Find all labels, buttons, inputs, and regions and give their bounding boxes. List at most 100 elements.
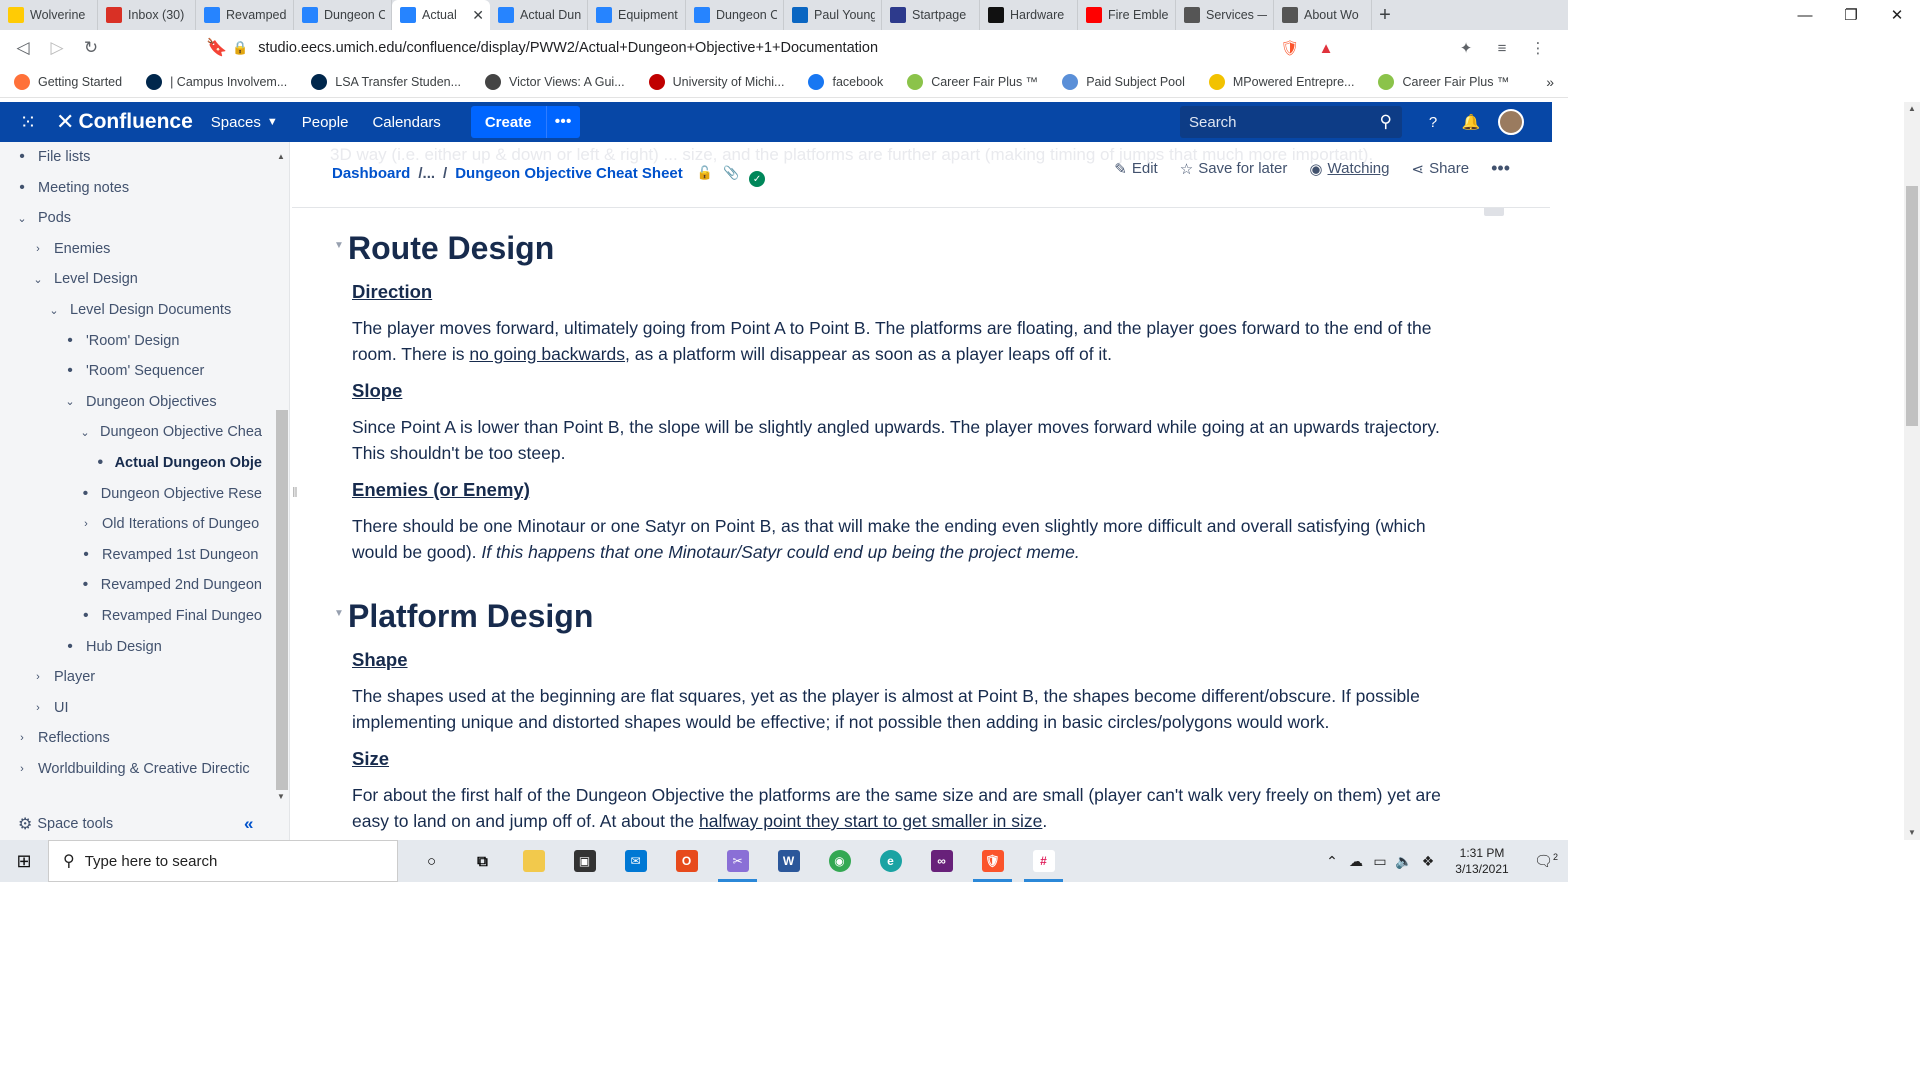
attachment-icon[interactable]: 📎: [723, 165, 739, 181]
battery-icon[interactable]: ▭: [1368, 853, 1392, 870]
brave-shield-icon[interactable]: 🛡: [1274, 33, 1306, 63]
more-icon[interactable]: •••: [545, 106, 580, 138]
browser-tab[interactable]: Dungeon O: [294, 0, 392, 30]
office-icon[interactable]: O: [661, 840, 712, 882]
new-tab-icon[interactable]: +: [1372, 0, 1398, 30]
sidebar-item[interactable]: › Worldbuilding & Creative Directic: [0, 754, 262, 784]
edge-icon[interactable]: e: [865, 840, 916, 882]
bookmark-item[interactable]: University of Michi...: [648, 73, 784, 90]
snip-icon[interactable]: ✂: [712, 840, 763, 882]
sidebar-item[interactable]: › UI: [0, 693, 262, 723]
slack-icon[interactable]: #: [1018, 840, 1069, 882]
volume-icon[interactable]: 🔈: [1392, 853, 1416, 870]
bookmark-item[interactable]: | Campus Involvem...: [146, 73, 287, 90]
extensions-icon[interactable]: ✦: [1450, 33, 1482, 63]
sidebar-item[interactable]: ⌄ Level Design Documents: [0, 295, 262, 325]
sidebar-item[interactable]: • Meeting notes: [0, 173, 262, 203]
sidebar-scrollbar[interactable]: ▲ ▼: [276, 152, 288, 802]
back-icon[interactable]: ◁: [6, 31, 40, 65]
scroll-down-icon[interactable]: ▼: [277, 792, 285, 801]
bookmark-item[interactable]: Paid Subject Pool: [1062, 73, 1185, 90]
store-icon[interactable]: ▣: [559, 840, 610, 882]
brave-rewards-icon[interactable]: ▲: [1310, 33, 1342, 63]
bookmark-item[interactable]: MPowered Entrepre...: [1208, 73, 1354, 90]
browser-tab[interactable]: Dungeon O: [686, 0, 784, 30]
brave-icon[interactable]: 🛡: [967, 840, 1018, 882]
sidebar-item[interactable]: ⌄ Dungeon Objective Chea: [0, 417, 262, 447]
chevron-right-icon[interactable]: ›: [30, 702, 46, 714]
browser-tab[interactable]: Inbox (30): [98, 0, 196, 30]
page-scrollbar[interactable]: ▲ ▼: [1904, 102, 1920, 840]
sidebar-item[interactable]: ⌄ Level Design: [0, 264, 262, 294]
sidebar-item[interactable]: • Revamped 1st Dungeon: [0, 540, 262, 570]
sidebar-item[interactable]: • Dungeon Objective Rese: [0, 479, 262, 509]
collapse-caret-icon[interactable]: ▼: [334, 240, 344, 251]
minimize-icon[interactable]: —: [1782, 0, 1828, 30]
chevron-right-icon[interactable]: ›: [14, 763, 30, 775]
more-actions-icon[interactable]: •••: [1491, 158, 1510, 179]
collapse-sidebar-icon[interactable]: «: [244, 814, 253, 834]
word-icon[interactable]: W: [763, 840, 814, 882]
breadcrumb-ellipsis[interactable]: /...: [418, 165, 435, 182]
watching-button[interactable]: ◉ Watching: [1309, 160, 1389, 178]
breadcrumb-parent[interactable]: Dungeon Objective Cheat Sheet: [455, 165, 683, 182]
menu-icon[interactable]: ⋮: [1522, 33, 1554, 63]
bookmark-item[interactable]: Career Fair Plus ™: [1378, 73, 1509, 90]
sidebar-item[interactable]: › Old Iterations of Dungeo: [0, 509, 262, 539]
browser-tab[interactable]: Equipment: [588, 0, 686, 30]
create-button[interactable]: Create •••: [470, 106, 580, 138]
sidebar-item[interactable]: ⌄ Dungeon Objectives: [0, 387, 262, 417]
scroll-up-icon[interactable]: ▲: [1908, 104, 1916, 113]
taskbar-search-input[interactable]: ⚲ Type here to search: [48, 840, 398, 882]
file-explorer-icon[interactable]: [508, 840, 559, 882]
browser-tab[interactable]: About Wo: [1274, 0, 1372, 30]
bookmark-icon[interactable]: 🔖: [200, 31, 234, 65]
chevron-down-icon[interactable]: ⌄: [78, 426, 92, 439]
page-scroll-thumb[interactable]: [1906, 186, 1918, 426]
browser-tab[interactable]: Services —: [1176, 0, 1274, 30]
reload-icon[interactable]: ↻: [74, 31, 108, 65]
breadcrumb-dashboard[interactable]: Dashboard: [332, 165, 410, 182]
task-view-icon[interactable]: ⧉: [457, 840, 508, 882]
collapse-caret-icon[interactable]: ▼: [334, 608, 344, 619]
chevron-down-icon[interactable]: ⌄: [14, 212, 30, 225]
browser-tab[interactable]: Actual ✕: [392, 0, 490, 30]
sidebar-item[interactable]: • Revamped Final Dungeo: [0, 601, 262, 631]
chevron-right-icon[interactable]: ›: [30, 671, 46, 683]
browser-tab[interactable]: Paul Young: [784, 0, 882, 30]
browser-tab[interactable]: Actual Dun: [490, 0, 588, 30]
calendars-link[interactable]: Calendars: [372, 114, 440, 131]
forward-icon[interactable]: ▷: [40, 31, 74, 65]
sidebar-item[interactable]: • 'Room' Design: [0, 326, 262, 356]
sidebar-scroll-thumb[interactable]: [276, 410, 288, 790]
url-field[interactable]: 🔒 studio.eecs.umich.edu/confluence/displ…: [232, 33, 1262, 63]
browser-tab[interactable]: Fire Emble: [1078, 0, 1176, 30]
dropbox-icon[interactable]: ❖: [1416, 853, 1440, 870]
save-for-later-button[interactable]: ☆ Save for later: [1180, 160, 1288, 178]
confluence-logo[interactable]: ✕ Confluence: [56, 109, 193, 135]
notifications-icon[interactable]: 🔔: [1456, 106, 1486, 138]
bookmark-item[interactable]: LSA Transfer Studen...: [311, 73, 461, 90]
restore-icon[interactable]: ❐: [1828, 0, 1874, 30]
app-switcher-icon[interactable]: ⁙: [0, 110, 56, 135]
clock[interactable]: 1:31 PM 3/13/2021: [1440, 845, 1524, 877]
spaces-menu[interactable]: Spaces ▼: [211, 114, 278, 131]
chrome-icon[interactable]: ◉: [814, 840, 865, 882]
chevron-right-icon[interactable]: ›: [14, 732, 30, 744]
notification-center-icon[interactable]: 🗨2: [1524, 852, 1568, 870]
scroll-up-icon[interactable]: ▲: [277, 152, 285, 161]
avatar[interactable]: [1498, 109, 1524, 135]
space-tools-button[interactable]: ⚙ Space tools: [18, 814, 113, 834]
chevron-down-icon[interactable]: ⌄: [62, 395, 78, 408]
browser-tab[interactable]: Revamped: [196, 0, 294, 30]
chevron-right-icon[interactable]: ›: [78, 518, 94, 530]
sidebar-item[interactable]: • 'Room' Sequencer: [0, 356, 262, 386]
bookmark-item[interactable]: facebook: [808, 73, 883, 90]
chevron-down-icon[interactable]: ⌄: [46, 304, 62, 317]
sidebar-item[interactable]: › Enemies: [0, 234, 262, 264]
bookmark-item[interactable]: Career Fair Plus ™: [907, 73, 1038, 90]
show-hidden-icons-icon[interactable]: ⌃: [1320, 853, 1344, 870]
scroll-down-icon[interactable]: ▼: [1908, 828, 1916, 837]
search-input[interactable]: Search ⚲: [1180, 106, 1402, 138]
people-link[interactable]: People: [302, 114, 349, 131]
